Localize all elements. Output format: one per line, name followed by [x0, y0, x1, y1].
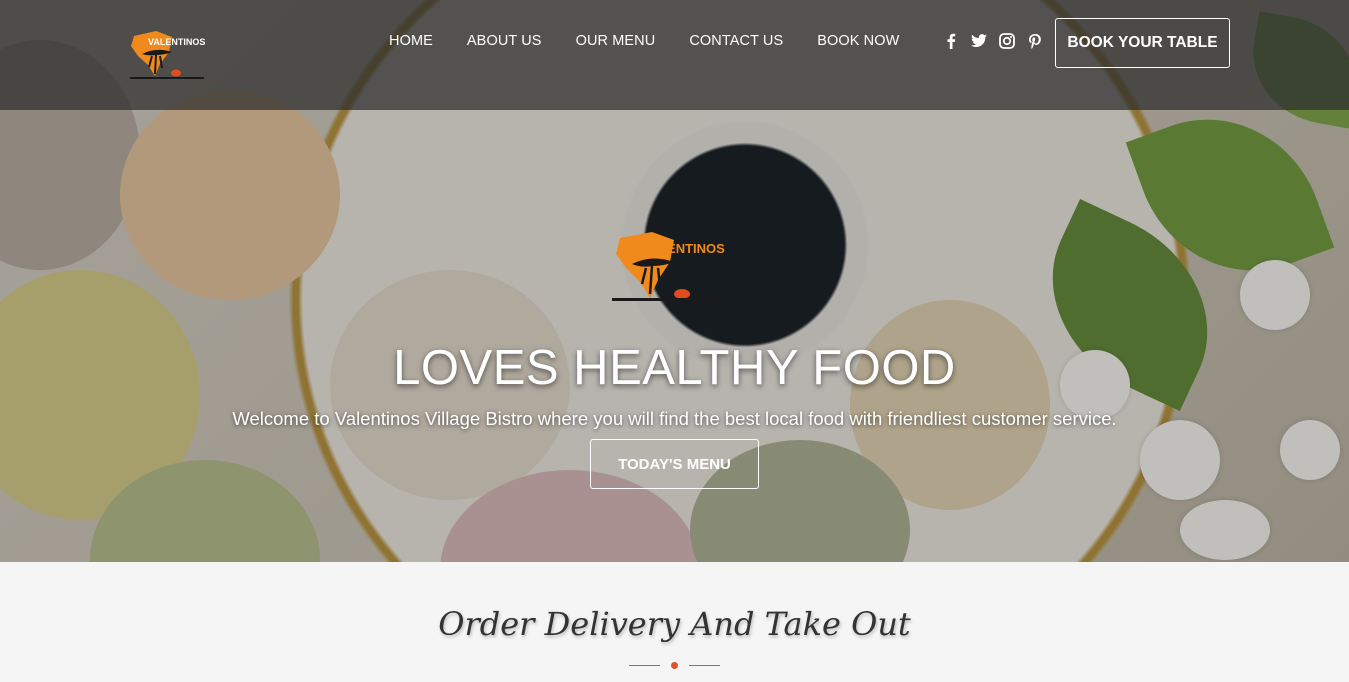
hero-logo-text: VALENTINOS: [642, 241, 725, 256]
brand-logo[interactable]: VALENTINOS: [128, 28, 212, 84]
instagram-icon[interactable]: [998, 32, 1015, 50]
hero-subtitle: Welcome to Valentinos Village Bistro whe…: [232, 408, 1117, 429]
nav-book-now[interactable]: BOOK NOW: [817, 33, 899, 49]
main-nav: HOME ABOUT US OUR MENU CONTACT US BOOK N…: [389, 33, 899, 49]
hero-logo-icon: VALENTINOS: [612, 232, 725, 301]
todays-menu-button[interactable]: TODAY'S MENU: [590, 439, 759, 489]
social-links: [942, 32, 1043, 50]
twitter-icon[interactable]: [970, 32, 987, 50]
nav-about-us[interactable]: ABOUT US: [467, 33, 542, 49]
nav-contact-us[interactable]: CONTACT US: [689, 33, 783, 49]
divider-line: [629, 665, 660, 666]
divider-line: [689, 665, 720, 666]
nav-home[interactable]: HOME: [389, 33, 433, 49]
facebook-icon[interactable]: [942, 32, 959, 50]
hero-title: LOVES HEALTHY FOOD: [393, 341, 956, 395]
nav-our-menu[interactable]: OUR MENU: [576, 33, 656, 49]
pinterest-icon[interactable]: [1026, 32, 1043, 50]
brand-logo-text: VALENTINOS: [148, 37, 205, 47]
divider-dot: [671, 662, 678, 669]
section-divider: [629, 660, 720, 672]
top-navbar: VALENTINOS HOME ABOUT US OUR MENU CONTAC…: [0, 0, 1349, 110]
book-your-table-button[interactable]: BOOK YOUR TABLE: [1055, 18, 1230, 68]
section-title: Order Delivery And Take Out: [438, 605, 911, 643]
